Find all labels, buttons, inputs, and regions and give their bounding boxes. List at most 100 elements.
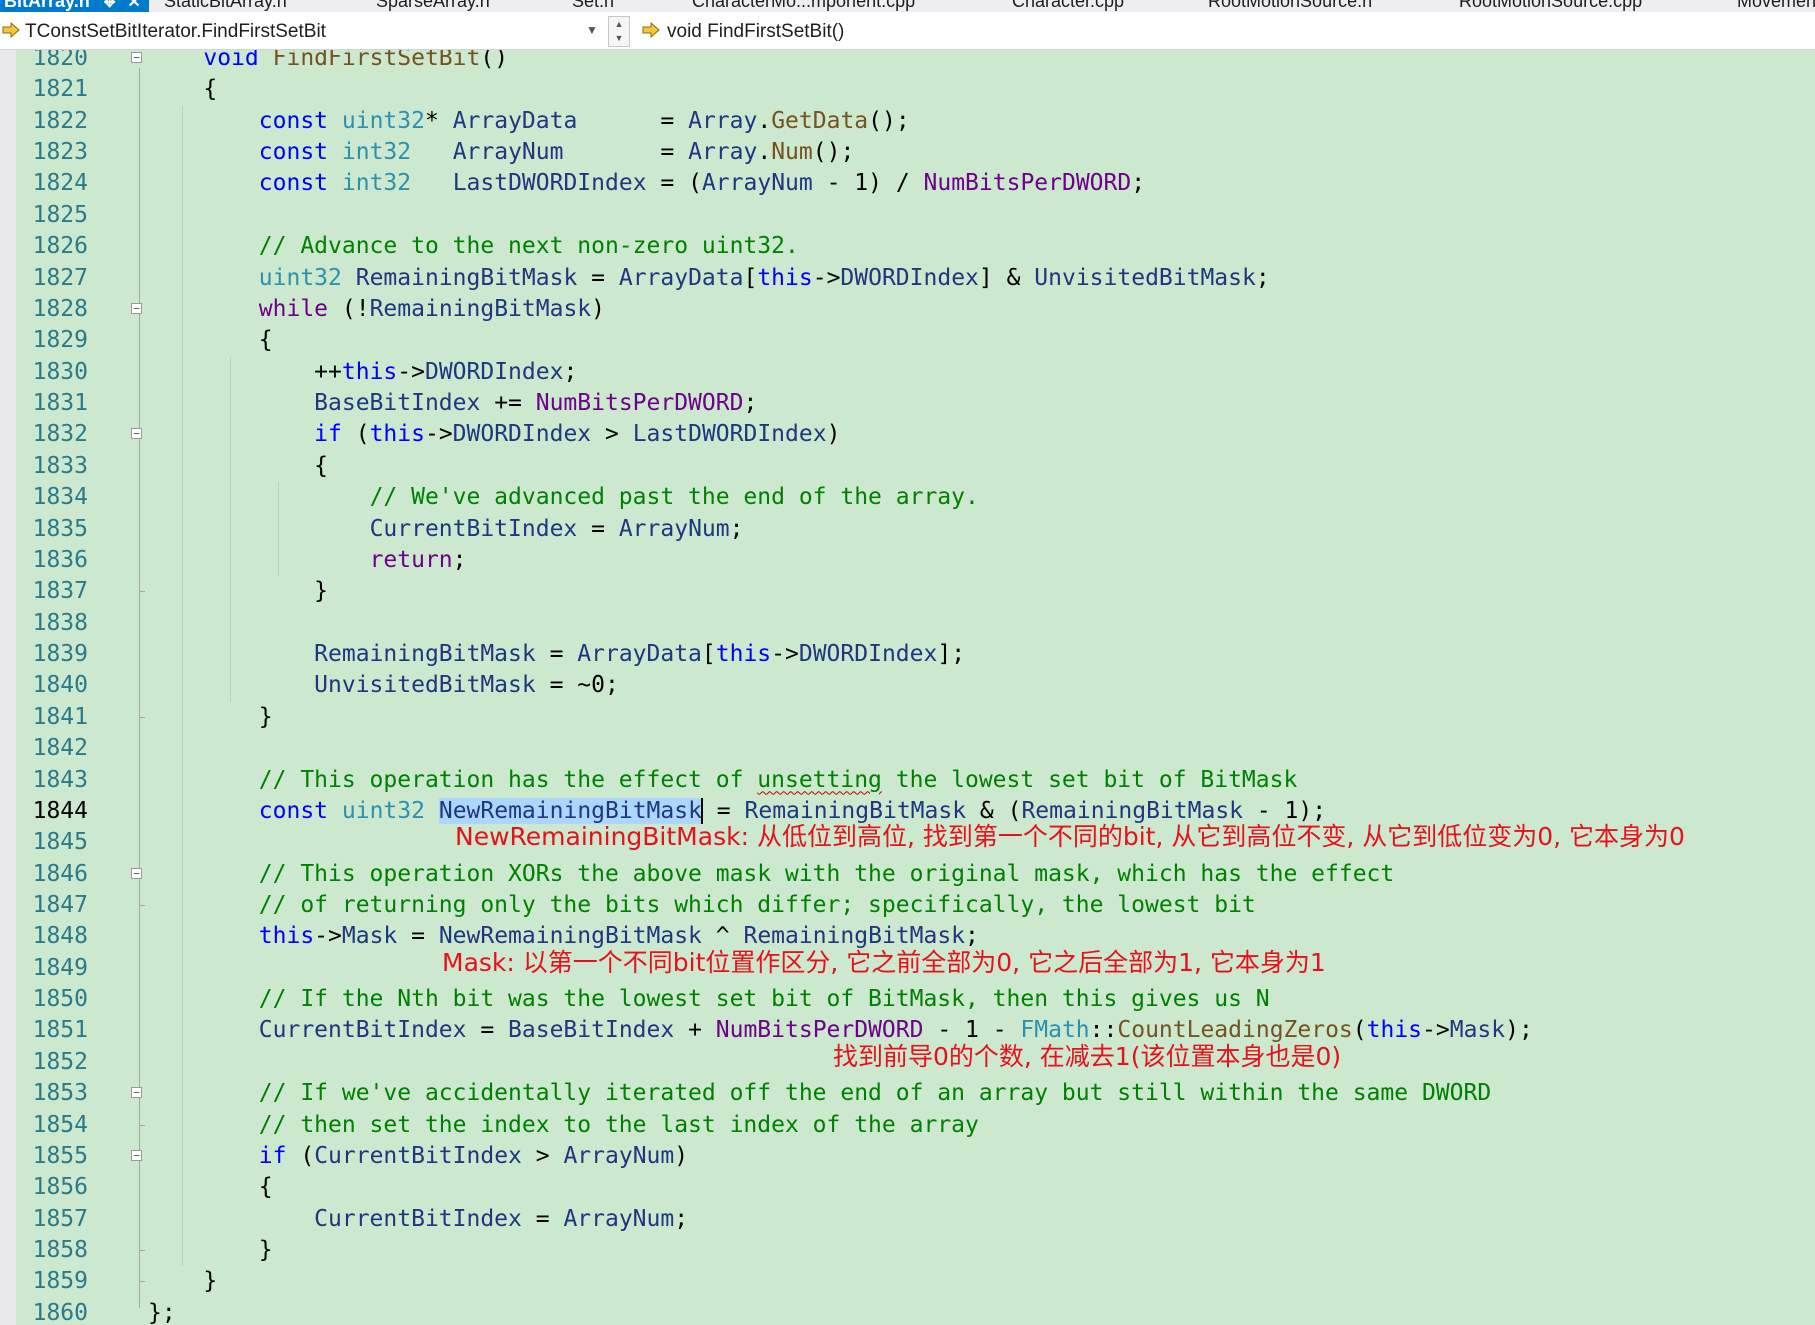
scope-dropdown[interactable]: TConstSetBitIterator.FindFirstSetBit ▼ <box>0 12 605 49</box>
line-number: 1822 <box>32 107 88 134</box>
code-line[interactable]: 1839 RemainingBitMask = ArrayData[this->… <box>0 639 1815 670</box>
collapse-icon[interactable]: − <box>131 52 142 63</box>
close-icon[interactable]: ✕ <box>127 0 140 11</box>
code-line[interactable]: 1842 <box>0 733 1815 764</box>
pin-icon[interactable]: ✥ <box>104 0 116 10</box>
code-line[interactable]: 1854 // then set the index to the last i… <box>0 1110 1815 1141</box>
code-line[interactable]: 1830 ++this->DWORDIndex; <box>0 357 1815 388</box>
code-line[interactable]: 1846 − // This operation XORs the above m… <box>0 859 1815 890</box>
chevron-down-icon[interactable]: ▼ <box>609 31 629 45</box>
chevron-down-icon[interactable]: ▼ <box>586 23 598 37</box>
code-line[interactable]: 1835 CurrentBitIndex = ArrayNum; <box>0 514 1815 545</box>
tab-label: Set.h <box>572 0 615 11</box>
tab-3[interactable]: Set.h <box>568 0 618 12</box>
code-token: -> <box>771 641 799 668</box>
code-token: ; <box>965 923 979 950</box>
member-dropdown[interactable]: void FindFirstSetBit() <box>640 12 1815 49</box>
code-line[interactable]: 1832 − if (this->DWORDIndex > LastDWORDIn… <box>0 419 1815 450</box>
code-text: RemainingBitMask = ArrayData[this->DWORD… <box>148 639 965 670</box>
chevron-up-icon[interactable]: ▲ <box>609 17 629 31</box>
code-line[interactable]: 1847 // of returning only the bits which… <box>0 890 1815 921</box>
code-line[interactable]: 1853 − // If we've accidentally iterated … <box>0 1078 1815 1109</box>
code-comment: the lowest set bit of BitMask <box>881 766 1298 793</box>
code-line[interactable]: 1856 { <box>0 1172 1815 1203</box>
tab-1[interactable]: StaticBitArray.h <box>160 0 291 12</box>
line-number: 1844 <box>32 797 88 824</box>
code-line[interactable]: 1841 } <box>0 702 1815 733</box>
code-token: = ( <box>646 170 702 197</box>
code-line[interactable]: 1828 − while (!RemainingBitMask) <box>0 294 1815 325</box>
collapse-icon[interactable]: − <box>131 1149 142 1161</box>
tab-0[interactable]: BitArray.h ✥ ✕ <box>0 0 149 12</box>
code-line[interactable]: 1838 <box>0 608 1815 639</box>
code-text: while (!RemainingBitMask) <box>148 294 605 325</box>
line-number: 1850 <box>32 986 88 1013</box>
code-line[interactable]: 1827 uint32 RemainingBitMask = ArrayData… <box>0 263 1815 294</box>
code-line[interactable]: 1823 const int32 ArrayNum = Array.Num(); <box>0 137 1815 168</box>
code-line[interactable]: 1833 { <box>0 451 1815 482</box>
tab-6[interactable]: RootMotionSource.h <box>1204 0 1376 12</box>
scope-spinner[interactable]: ▲ ▼ <box>608 16 630 47</box>
tab-8[interactable]: MovementC <box>1733 0 1815 12</box>
line-number: 1841 <box>32 703 88 730</box>
code-line[interactable]: 1831 BaseBitIndex += NumBitsPerDWORD; <box>0 388 1815 419</box>
code-line[interactable]: 1822 const uint32* ArrayData = Array.Get… <box>0 106 1815 137</box>
code-token: -> <box>812 264 841 291</box>
code-line[interactable]: 1820 − void FindFirstSetBit() <box>0 50 1815 74</box>
code-text: return; <box>148 545 467 576</box>
code-text: const uint32* ArrayData = Array.GetData(… <box>148 106 910 137</box>
code-line[interactable]: 1824 const int32 LastDWORDIndex = (Array… <box>0 168 1815 199</box>
code-line[interactable]: 1837 } <box>0 576 1815 607</box>
collapse-icon[interactable]: − <box>131 428 142 440</box>
code-token: -> <box>397 358 425 385</box>
code-line[interactable]: 1850 // If the Nth bit was the lowest se… <box>0 984 1815 1015</box>
code-line[interactable]: 1840 UnvisitedBitMask = ~0; <box>0 670 1815 701</box>
collapse-icon[interactable]: − <box>131 1087 142 1099</box>
tab-2[interactable]: SparseArray.h <box>372 0 494 12</box>
code-token: int32 <box>341 139 412 166</box>
tab-4[interactable]: CharacterMo...mponent.cpp <box>688 0 919 12</box>
tab-5[interactable]: Character.cpp <box>1008 0 1128 12</box>
code-line[interactable]: 1860}; <box>0 1298 1815 1325</box>
code-line[interactable]: 1834 // We've advanced past the end of t… <box>0 482 1815 513</box>
code-text: CurrentBitIndex = ArrayNum; <box>148 514 744 545</box>
code-token: if <box>314 421 342 448</box>
code-line[interactable]: 1821 { <box>0 74 1815 105</box>
indent-guide <box>182 105 183 1267</box>
code-token: = <box>577 264 619 291</box>
document-tab-strip: BitArray.h ✥ ✕ StaticBitArray.h SparseArray.… <box>0 0 1815 12</box>
code-line[interactable]: 1829 { <box>0 325 1815 356</box>
line-number: 1860 <box>32 1299 88 1325</box>
fold-end-marker <box>139 1124 145 1126</box>
scope-arrow-icon <box>2 22 20 38</box>
code-line[interactable]: 1825 <box>0 200 1815 231</box>
tab-7[interactable]: RootMotionSource.cpp <box>1455 0 1646 12</box>
collapse-icon[interactable]: − <box>131 302 142 314</box>
code-token: ArrayNum <box>452 139 564 166</box>
code-text: { <box>148 74 217 105</box>
code-token: int32 <box>341 170 412 197</box>
code-token: NewRemainingBitMask <box>438 797 702 824</box>
code-line[interactable]: 1858 } <box>0 1235 1815 1266</box>
line-number: 1847 <box>32 891 88 918</box>
code-line[interactable]: 1836 return; <box>0 545 1815 576</box>
code-comment: // Advance to the next non-zero uint32. <box>258 233 799 260</box>
code-text: void FindFirstSetBit() <box>148 50 508 74</box>
code-line[interactable]: 1859 } <box>0 1266 1815 1297</box>
collapse-icon[interactable]: − <box>131 867 142 879</box>
code-token: -> <box>424 421 453 448</box>
code-token: += <box>480 390 536 417</box>
code-text: // This operation XORs the above mask wi… <box>148 859 1394 890</box>
line-number: 1823 <box>32 139 88 166</box>
code-line[interactable]: 1855 − if (CurrentBitIndex > ArrayNum) <box>0 1141 1815 1172</box>
code-line[interactable]: 1826 // Advance to the next non-zero uin… <box>0 231 1815 262</box>
code-token: ; <box>452 546 467 573</box>
code-line[interactable]: 1857 CurrentBitIndex = ArrayNum; <box>0 1204 1815 1235</box>
tab-label: Character.cpp <box>1012 0 1125 11</box>
code-line[interactable]: 1843 // This operation has the effect of… <box>0 765 1815 796</box>
code-editor[interactable]: 1820− void FindFirstSetBit() 1821 {1822 c… <box>0 50 1815 1325</box>
